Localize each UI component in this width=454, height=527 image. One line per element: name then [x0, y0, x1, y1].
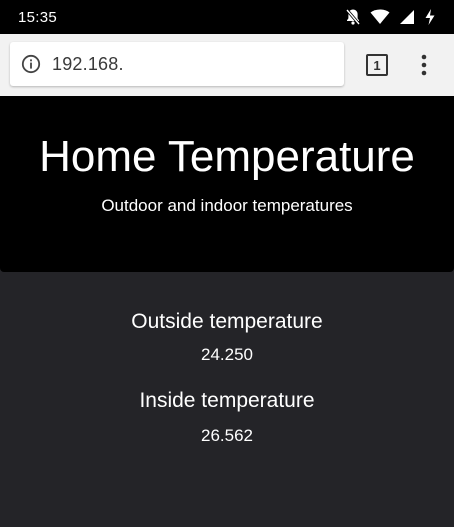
header-banner: Home Temperature Outdoor and indoor temp…	[0, 96, 454, 272]
readings-section: Outside temperature 24.250 Inside temper…	[0, 272, 454, 527]
more-vert-icon[interactable]	[412, 52, 436, 78]
browser-toolbar: 192.168. 1	[0, 34, 454, 96]
tab-switcher-icon[interactable]: 1	[366, 54, 388, 76]
info-icon[interactable]	[20, 53, 42, 75]
battery-charging-icon	[424, 8, 436, 26]
wifi-icon	[370, 9, 390, 25]
inside-temperature-value: 26.562	[201, 426, 253, 445]
status-time: 15:35	[18, 8, 58, 26]
status-bar: 15:35	[0, 0, 454, 34]
url-text[interactable]: 192.168.	[52, 54, 124, 75]
page-title: Home Temperature	[39, 132, 415, 181]
outside-temperature-label: Outside temperature	[131, 310, 323, 333]
inside-temperature-label: Inside temperature	[139, 389, 315, 412]
signal-icon	[399, 9, 415, 25]
outside-temperature-value: 24.250	[201, 345, 253, 364]
page-subtitle: Outdoor and indoor temperatures	[101, 196, 353, 215]
notifications-off-icon	[345, 8, 361, 26]
address-bar[interactable]: 192.168.	[10, 42, 344, 86]
tab-count: 1	[373, 57, 381, 73]
status-icons	[345, 8, 436, 26]
